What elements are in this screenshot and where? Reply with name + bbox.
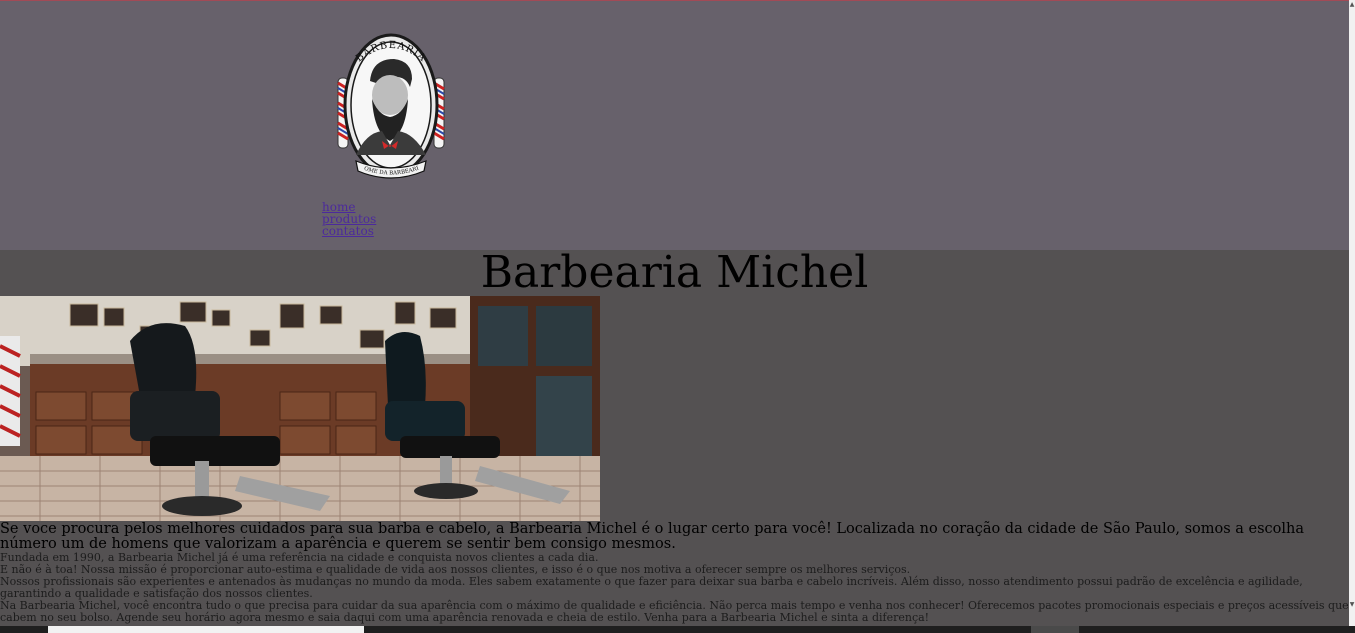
paragraph-team: Nossos profissionais são experientes e a… [0, 575, 1303, 600]
lead-paragraph: Se voce procura pelos melhores cuidados … [0, 521, 1305, 552]
nav-link-contatos[interactable]: contatos [322, 225, 376, 237]
scroll-up-arrow-icon[interactable]: ▲ [1349, 0, 1355, 10]
main-content: Barbearia Michel Se voce procura pelos m… [0, 247, 1349, 624]
barbershop-hero-image [0, 296, 600, 521]
vertical-scrollbar[interactable] [1349, 0, 1355, 633]
os-taskbar [0, 626, 1355, 633]
page-title: Barbearia Michel [480, 247, 869, 298]
main-nav: home produtos contatos [322, 201, 376, 237]
paragraph-invite: Na Barbearia Michel, você encontra tudo … [0, 599, 1349, 624]
barber-logo-emblem[interactable]: BARBEARIA NOME DA BARBEARIA [326, 23, 456, 188]
taskbar-search-box[interactable] [48, 626, 364, 633]
site-header: BARBEARIA NOME DA BARBEARIA home produto… [0, 1, 1349, 250]
scroll-down-arrow-icon[interactable]: ▼ [1349, 600, 1355, 610]
about-text: Se voce procura pelos melhores cuidados … [0, 522, 1349, 624]
taskbar-active-app[interactable] [1031, 626, 1079, 633]
